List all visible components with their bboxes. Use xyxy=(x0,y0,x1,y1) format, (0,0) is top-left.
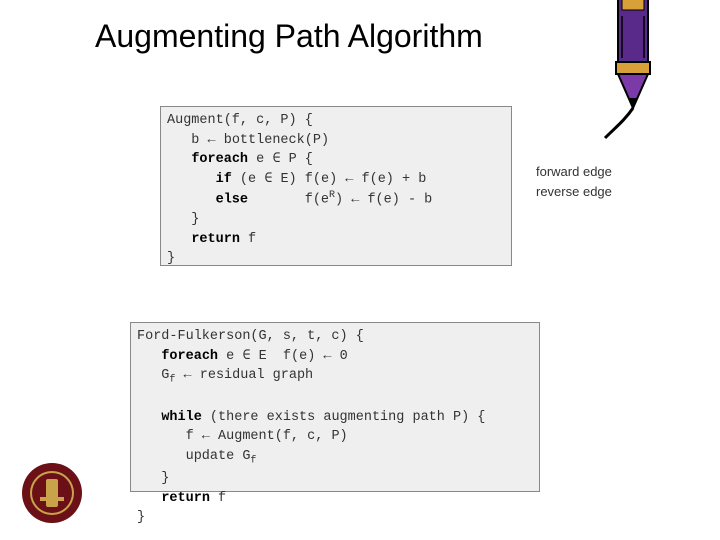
code-line: f xyxy=(240,232,256,247)
code-line xyxy=(167,193,216,208)
code-line: } xyxy=(167,212,199,227)
code-line: } xyxy=(167,251,175,266)
ford-fulkerson-code-block: Ford-Fulkerson(G, s, t, c) { foreach e ∈… xyxy=(130,322,540,492)
code-line: f(e) + b xyxy=(353,172,426,187)
code-line: residual graph xyxy=(192,368,314,383)
code-line xyxy=(167,172,216,187)
code-line: f(e) - b xyxy=(359,193,432,208)
code-line: 0 xyxy=(332,349,348,364)
code-line: (e xyxy=(232,172,264,187)
code-line: f xyxy=(210,491,226,506)
code-line: E f(e) xyxy=(250,349,323,364)
code-line: Augment(f, c, P) xyxy=(210,429,348,444)
code-line: } xyxy=(137,471,169,486)
code-line xyxy=(167,152,191,167)
university-seal-icon xyxy=(20,461,84,525)
code-line: ) xyxy=(335,193,351,208)
keyword-if: if xyxy=(216,172,232,187)
keyword-while: while xyxy=(161,410,202,425)
page-title: Augmenting Path Algorithm xyxy=(95,18,483,55)
keyword-return: return xyxy=(191,232,240,247)
code-line: e xyxy=(248,152,272,167)
augment-code-block: Augment(f, c, P) { b ← bottleneck(P) for… xyxy=(160,106,512,266)
code-line xyxy=(167,232,191,247)
keyword-foreach: foreach xyxy=(161,349,218,364)
code-line xyxy=(175,368,183,383)
code-line: E) f(e) xyxy=(272,172,345,187)
annotation-forward-edge: forward edge xyxy=(536,164,612,179)
left-arrow-icon: ← xyxy=(202,429,210,444)
code-line: P { xyxy=(280,152,312,167)
code-line xyxy=(137,491,161,506)
code-line xyxy=(137,349,161,364)
subscript-f: f xyxy=(250,456,256,467)
code-line: (there exists augmenting path P) { xyxy=(202,410,486,425)
code-line: G xyxy=(137,368,169,383)
code-line xyxy=(137,410,161,425)
code-line: e xyxy=(218,349,242,364)
code-line: f xyxy=(137,429,202,444)
keyword-return: return xyxy=(161,491,210,506)
keyword-else: else xyxy=(216,193,248,208)
code-line: Augment(f, c, P) { xyxy=(167,113,313,128)
code-line: b xyxy=(167,133,208,148)
code-line: } xyxy=(137,510,145,525)
left-arrow-icon: ← xyxy=(184,368,192,383)
crayon-icon xyxy=(600,0,670,140)
code-line: Ford-Fulkerson(G, s, t, c) { xyxy=(137,329,364,344)
code-line: f(e xyxy=(248,193,329,208)
keyword-foreach: foreach xyxy=(191,152,248,167)
left-arrow-icon: ← xyxy=(323,349,331,364)
left-arrow-icon: ← xyxy=(208,133,216,148)
code-line: update G xyxy=(137,449,250,464)
annotation-reverse-edge: reverse edge xyxy=(536,184,612,199)
code-line: bottleneck(P) xyxy=(216,133,329,148)
